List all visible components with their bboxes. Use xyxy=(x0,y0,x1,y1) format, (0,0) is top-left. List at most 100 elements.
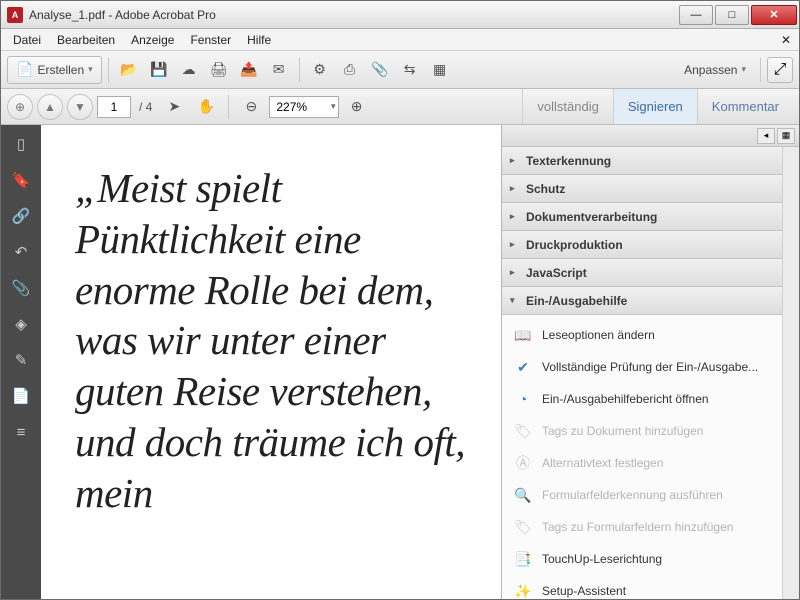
minimize-button[interactable]: — xyxy=(679,5,713,25)
section-dokumentverarbeitung[interactable]: ▸Dokumentverarbeitung xyxy=(502,203,782,231)
attachments-icon[interactable]: 📎 xyxy=(10,277,32,299)
section-ein-ausgabehilfe[interactable]: ▾Ein-/Ausgabehilfe xyxy=(502,287,782,315)
floppy-icon: 💾 xyxy=(150,61,167,78)
next-page-button[interactable]: ▼ xyxy=(67,94,93,120)
section-texterkennung[interactable]: ▸Texterkennung xyxy=(502,147,782,175)
tool-tags-formular[interactable]: 🏷Tags zu Formularfeldern hinzufügen xyxy=(502,511,782,543)
clip-icon: 📎 xyxy=(371,61,388,78)
main-area: ▯ 🔖 🔗 ↶ 📎 ◈ ✎ 📄 ≡ „Meist spielt Pünktlic… xyxy=(1,125,799,599)
form-icon: ▦ xyxy=(433,61,446,78)
main-toolbar: 📄 Erstellen ▾ 📂 💾 ☁ 🖨 📤 ✉ ⚙ ⎙ 📎 ⇆ ▦ Anpa… xyxy=(1,51,799,89)
section-schutz[interactable]: ▸Schutz xyxy=(502,175,782,203)
tool-alternativtext[interactable]: ⒶAlternativtext festlegen xyxy=(502,447,782,479)
forms-button[interactable]: ▦ xyxy=(426,56,454,84)
layers-icon[interactable]: ◈ xyxy=(10,313,32,335)
compare-icon: ⇆ xyxy=(404,61,416,78)
order-icon[interactable]: ≡ xyxy=(10,421,32,443)
zoom-in-icon: ⊕ xyxy=(351,98,363,115)
chevron-down-icon: ▾ xyxy=(88,64,93,75)
fullscreen-button[interactable]: ⤢ xyxy=(767,57,793,83)
expand-icon: ⤢ xyxy=(774,61,787,79)
pointer-tool[interactable]: ➤ xyxy=(160,93,188,121)
export-button[interactable]: ⎙ xyxy=(336,56,364,84)
menu-fenster[interactable]: Fenster xyxy=(182,31,239,49)
settings-button[interactable]: ⚙ xyxy=(306,56,334,84)
customize-label: Anpassen xyxy=(684,63,737,77)
section-body-ausgabehilfe: 📖Leseoptionen ändern ✔Vollständige Prüfu… xyxy=(502,315,782,599)
pages-icon[interactable]: 📄 xyxy=(10,385,32,407)
chevron-down-icon: ▾ xyxy=(331,101,336,112)
chevron-right-icon: ▸ xyxy=(510,239,520,250)
tool-formularerkennung[interactable]: 🔍Formularfelderkennung ausführen xyxy=(502,479,782,511)
page-total-label: / 4 xyxy=(139,100,152,114)
signature-panel-icon[interactable]: ✎ xyxy=(10,349,32,371)
tool-bericht-oeffnen[interactable]: ◔Ein-/Ausgabehilfebericht öffnen xyxy=(502,383,782,415)
tools-panel: ◂ ▦ ▸Texterkennung ▸Schutz ▸Dokumentvera… xyxy=(501,125,799,599)
menu-anzeige[interactable]: Anzeige xyxy=(123,31,182,49)
alt-text-icon: Ⓐ xyxy=(514,454,532,472)
link-signieren[interactable]: Signieren xyxy=(613,89,697,124)
create-label: Erstellen xyxy=(37,63,84,77)
page-number-input[interactable] xyxy=(97,96,131,118)
section-javascript[interactable]: ▸JavaScript xyxy=(502,259,782,287)
tool-leseoptionen[interactable]: 📖Leseoptionen ändern xyxy=(502,319,782,351)
panel-collapse-button[interactable]: ◂ xyxy=(757,128,775,144)
pointer-icon: ➤ xyxy=(168,98,180,115)
customize-button[interactable]: Anpassen ▾ xyxy=(676,56,754,84)
mail-button[interactable]: ✉ xyxy=(265,56,293,84)
chevron-right-icon: ▸ xyxy=(510,183,520,194)
document-area[interactable]: „Meist spielt Pünktlichkeit eine enorme … xyxy=(41,125,501,599)
tag-form-icon: 🏷 xyxy=(514,518,532,536)
chevron-down-icon: ▾ xyxy=(510,295,520,306)
zoom-in-button[interactable]: ⊕ xyxy=(343,93,371,121)
envelope-icon: ✉ xyxy=(273,61,285,78)
tag-icon[interactable]: 🔗 xyxy=(10,205,32,227)
bookmarks-icon[interactable]: 🔖 xyxy=(10,169,32,191)
menu-hilfe[interactable]: Hilfe xyxy=(239,31,279,49)
document-text: „Meist spielt Pünktlichkeit eine enorme … xyxy=(75,163,473,519)
compare-button[interactable]: ⇆ xyxy=(396,56,424,84)
open-button[interactable]: 📂 xyxy=(115,56,143,84)
chevron-right-icon: ▸ xyxy=(510,267,520,278)
create-button[interactable]: 📄 Erstellen ▾ xyxy=(7,56,102,84)
panel-menu-button[interactable]: ▦ xyxy=(777,128,795,144)
zoom-out-button[interactable]: ⊖ xyxy=(237,93,265,121)
cloud-button[interactable]: ☁ xyxy=(175,56,203,84)
link-kommentar[interactable]: Kommentar xyxy=(697,89,793,124)
search-icon: 🔍 xyxy=(514,486,532,504)
folder-open-icon: 📂 xyxy=(120,61,137,78)
tool-vollstaendige-pruefung[interactable]: ✔Vollständige Prüfung der Ein-/Ausgabe..… xyxy=(502,351,782,383)
wizard-icon: ✨ xyxy=(514,582,532,599)
save-button[interactable]: 💾 xyxy=(145,56,173,84)
panel-header: ◂ ▦ xyxy=(502,125,799,147)
report-icon: ◔ xyxy=(514,390,532,408)
first-page-button[interactable]: ⊕ xyxy=(7,94,33,120)
menu-datei[interactable]: Datei xyxy=(5,31,49,49)
undo-icon[interactable]: ↶ xyxy=(10,241,32,263)
tool-touchup-leserichtung[interactable]: 📑TouchUp-Leserichtung xyxy=(502,543,782,575)
tool-setup-assistent[interactable]: ✨Setup-Assistent xyxy=(502,575,782,599)
zoom-out-icon: ⊖ xyxy=(245,98,257,115)
cloud-up-icon: ☁ xyxy=(182,61,196,78)
nav-toolbar: ⊕ ▲ ▼ / 4 ➤ ✋ ⊖ 227% ▾ ⊕ vollständig Sig… xyxy=(1,89,799,125)
window-title: Analyse_1.pdf - Adobe Acrobat Pro xyxy=(29,8,677,22)
panel-scrollbar[interactable] xyxy=(782,147,799,599)
gear-icon: ⚙ xyxy=(313,61,326,78)
menu-bearbeiten[interactable]: Bearbeiten xyxy=(49,31,123,49)
thumbnails-icon[interactable]: ▯ xyxy=(10,133,32,155)
print-button[interactable]: 🖨 xyxy=(205,56,233,84)
link-vollstaendig[interactable]: vollständig xyxy=(522,89,612,124)
tag-add-icon: 🏷 xyxy=(514,422,532,440)
menu-close-icon[interactable]: ✕ xyxy=(777,33,795,47)
maximize-button[interactable]: □ xyxy=(715,5,749,25)
share-button[interactable]: 📤 xyxy=(235,56,263,84)
prev-page-button[interactable]: ▲ xyxy=(37,94,63,120)
attach-button[interactable]: 📎 xyxy=(366,56,394,84)
tool-tags-dokument[interactable]: 🏷Tags zu Dokument hinzufügen xyxy=(502,415,782,447)
close-button[interactable]: ✕ xyxy=(751,5,797,25)
check-circle-icon: ✔ xyxy=(514,358,532,376)
chevron-right-icon: ▸ xyxy=(510,155,520,166)
zoom-combo[interactable]: 227% ▾ xyxy=(269,96,338,118)
hand-tool[interactable]: ✋ xyxy=(192,93,220,121)
section-druckproduktion[interactable]: ▸Druckproduktion xyxy=(502,231,782,259)
